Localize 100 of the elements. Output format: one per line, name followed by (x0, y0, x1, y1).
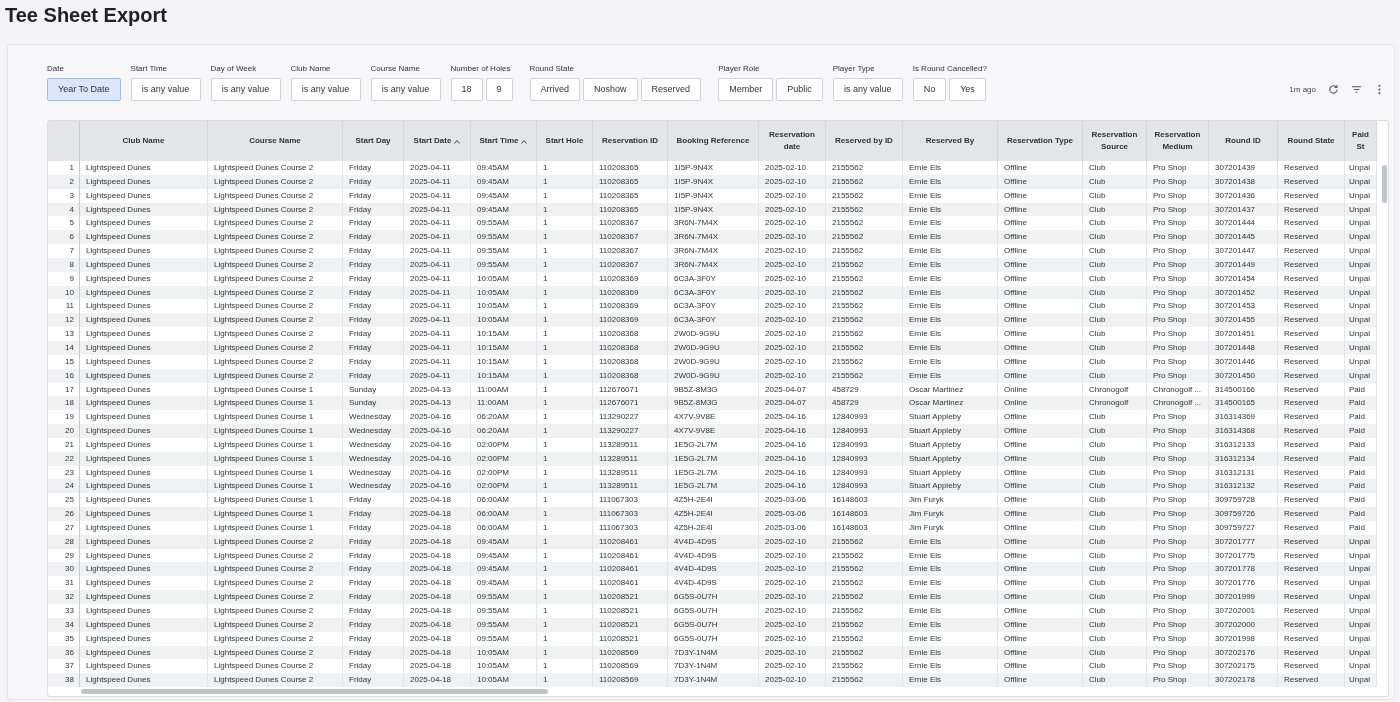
table-cell: Pro Shop (1147, 174, 1209, 189)
table-cell: 2025-02-10 (759, 354, 826, 369)
row-number: 4 (48, 202, 80, 217)
table-cell: Lightspeed Dunes (80, 617, 208, 632)
filter-toggle[interactable]: Arrived (529, 78, 581, 101)
filter-dropdown[interactable]: is any value (130, 78, 201, 101)
table-cell: 110208367 (593, 257, 668, 272)
table-cell: 2W0D-9G9U (668, 327, 759, 341)
table-cell: Club (1083, 368, 1147, 383)
table-cell: 2025-04-11 (404, 285, 471, 300)
filter-toggle[interactable]: Reserved (640, 78, 702, 101)
table-cell: Pro Shop (1147, 327, 1209, 341)
table-cell: Offline (998, 188, 1083, 203)
filter-toggle[interactable]: No (912, 78, 947, 101)
filter-toggle[interactable]: Year To Date (47, 78, 121, 101)
column-header[interactable]: Start Day (343, 121, 404, 161)
refresh-icon[interactable] (1328, 84, 1339, 95)
table-cell: 02:00PM (471, 437, 537, 452)
column-header[interactable]: Reservation Source (1083, 121, 1147, 161)
filter-dropdown[interactable]: is any value (290, 78, 361, 101)
table-cell: 110208365 (593, 202, 668, 217)
filter-dropdown[interactable]: is any value (210, 78, 281, 101)
table-cell: 307201452 (1209, 285, 1278, 300)
table-cell: Pro Shop (1147, 507, 1209, 521)
table-cell: 16148603 (826, 507, 903, 521)
row-number: 35 (48, 631, 80, 646)
table-cell: 09:45AM (471, 188, 537, 203)
table-cell: Lightspeed Dunes (80, 368, 208, 383)
column-header[interactable]: Booking Reference (668, 121, 759, 161)
filter-label: Date (47, 64, 65, 74)
table-cell: 2155562 (826, 354, 903, 369)
column-header[interactable]: Paid St (1345, 121, 1377, 161)
table-cell: Club (1083, 590, 1147, 604)
table-cell: 10:15AM (471, 354, 537, 369)
column-header[interactable]: Club Name (80, 121, 208, 161)
filter-icon[interactable] (1351, 84, 1362, 95)
scrollbar-thumb[interactable] (1382, 165, 1387, 203)
table-cell: Friday (343, 534, 404, 549)
filter-toggle[interactable]: Noshow (583, 78, 638, 101)
row-number: 32 (48, 590, 80, 604)
column-header[interactable]: Reserved By (903, 121, 998, 161)
table-cell: Club (1083, 479, 1147, 494)
sort-ascending-icon[interactable] (521, 138, 528, 144)
column-header[interactable]: Start Date (404, 121, 471, 161)
column-header[interactable]: Round State (1278, 121, 1345, 161)
scrollbar-thumb[interactable] (81, 689, 548, 694)
table-cell: Offline (998, 230, 1083, 245)
table-cell: Pro Shop (1147, 631, 1209, 646)
column-header[interactable]: Reservation Type (998, 121, 1083, 161)
table-cell: 10:15AM (471, 327, 537, 341)
table-cell: Pro Shop (1147, 451, 1209, 466)
table-cell: Reserved (1278, 368, 1345, 383)
table-cell: Pro Shop (1147, 479, 1209, 494)
table-cell: Pro Shop (1147, 437, 1209, 452)
table-cell: 307201999 (1209, 590, 1278, 604)
table-cell: 1 (537, 244, 593, 258)
table-cell: 02:00PM (471, 479, 537, 494)
table-cell: Paid (1345, 507, 1377, 521)
table-cell: Reserved (1278, 285, 1345, 300)
column-header[interactable]: Start Time (471, 121, 537, 161)
column-header[interactable]: Round ID (1209, 121, 1278, 161)
table-cell: Unpai (1345, 562, 1377, 577)
table-cell: Pro Shop (1147, 354, 1209, 369)
filter-dropdown[interactable]: is any value (832, 78, 903, 101)
table-cell: 307201436 (1209, 188, 1278, 203)
column-header[interactable]: Reservation ID (593, 121, 668, 161)
table-cell: 1 (537, 437, 593, 452)
filter-toggle[interactable]: 18 (450, 78, 483, 101)
filter-toggle[interactable]: 9 (485, 78, 513, 101)
table-cell: 2025-04-16 (404, 479, 471, 494)
filter-dropdown[interactable]: is any value (370, 78, 441, 101)
table-cell: 307201438 (1209, 174, 1278, 189)
table-cell: 7D3Y-1N4M (668, 673, 759, 688)
column-header[interactable]: Start Hole (537, 121, 593, 161)
filter-toggle[interactable]: Public (776, 78, 823, 101)
column-header[interactable]: Reservation date (759, 121, 826, 161)
table-cell: Lightspeed Dunes Course 2 (208, 313, 343, 328)
table-cell: 2025-03-06 (759, 520, 826, 535)
table-cell: 309759726 (1209, 507, 1278, 521)
row-number: 12 (48, 313, 80, 328)
table-cell: 307202176 (1209, 645, 1278, 660)
filter-label: Start Time (130, 64, 168, 74)
table-cell: 1E5G-2L7M (668, 437, 759, 452)
table-cell: Pro Shop (1147, 424, 1209, 438)
table-cell: 09:55AM (471, 604, 537, 618)
column-header[interactable]: Reserved by ID (826, 121, 903, 161)
row-number: 9 (48, 271, 80, 286)
table-cell: Offline (998, 368, 1083, 383)
table-cell: 09:45AM (471, 202, 537, 217)
table-cell: Ernie Els (903, 174, 998, 189)
column-header[interactable]: Course Name (208, 121, 343, 161)
filter-toggle[interactable]: Member (718, 78, 774, 101)
table-cell: Pro Shop (1147, 562, 1209, 577)
table-cell: 3R6N-7M4X (668, 244, 759, 258)
table-cell: Lightspeed Dunes (80, 479, 208, 494)
filter-toggle[interactable]: Yes (949, 78, 986, 101)
column-header[interactable]: Reservation Medium (1147, 121, 1209, 161)
sort-ascending-icon[interactable] (454, 138, 461, 144)
table-cell: 2155562 (826, 604, 903, 618)
table-cell: 110208569 (593, 673, 668, 688)
